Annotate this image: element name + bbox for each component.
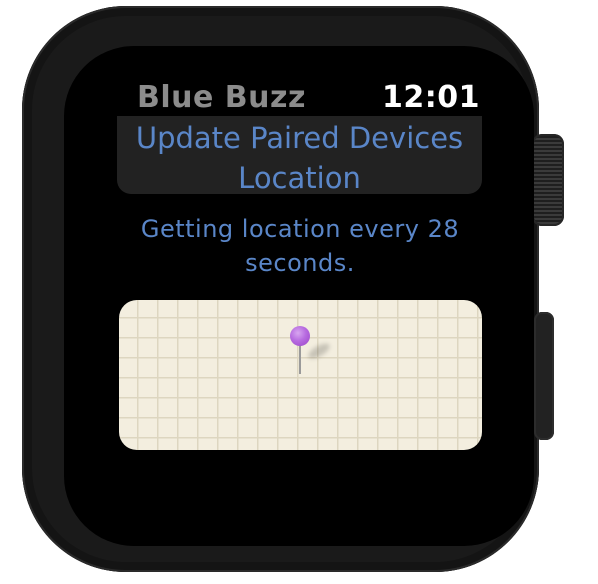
- map-pin-needle: [299, 344, 301, 374]
- location-status-text: Getting location every 28 seconds.: [140, 215, 460, 277]
- update-paired-devices-location-button[interactable]: Update Paired Devices Location: [117, 116, 482, 194]
- map-view[interactable]: [119, 300, 482, 450]
- app-title: Blue Buzz: [137, 80, 306, 115]
- status-clock: 12:01: [382, 80, 480, 115]
- side-button[interactable]: [534, 312, 554, 440]
- update-button-label: Update Paired Devices Location: [135, 121, 464, 194]
- map-pin-icon[interactable]: [290, 326, 310, 346]
- map-pin-shadow: [306, 340, 332, 362]
- digital-crown[interactable]: [532, 134, 564, 226]
